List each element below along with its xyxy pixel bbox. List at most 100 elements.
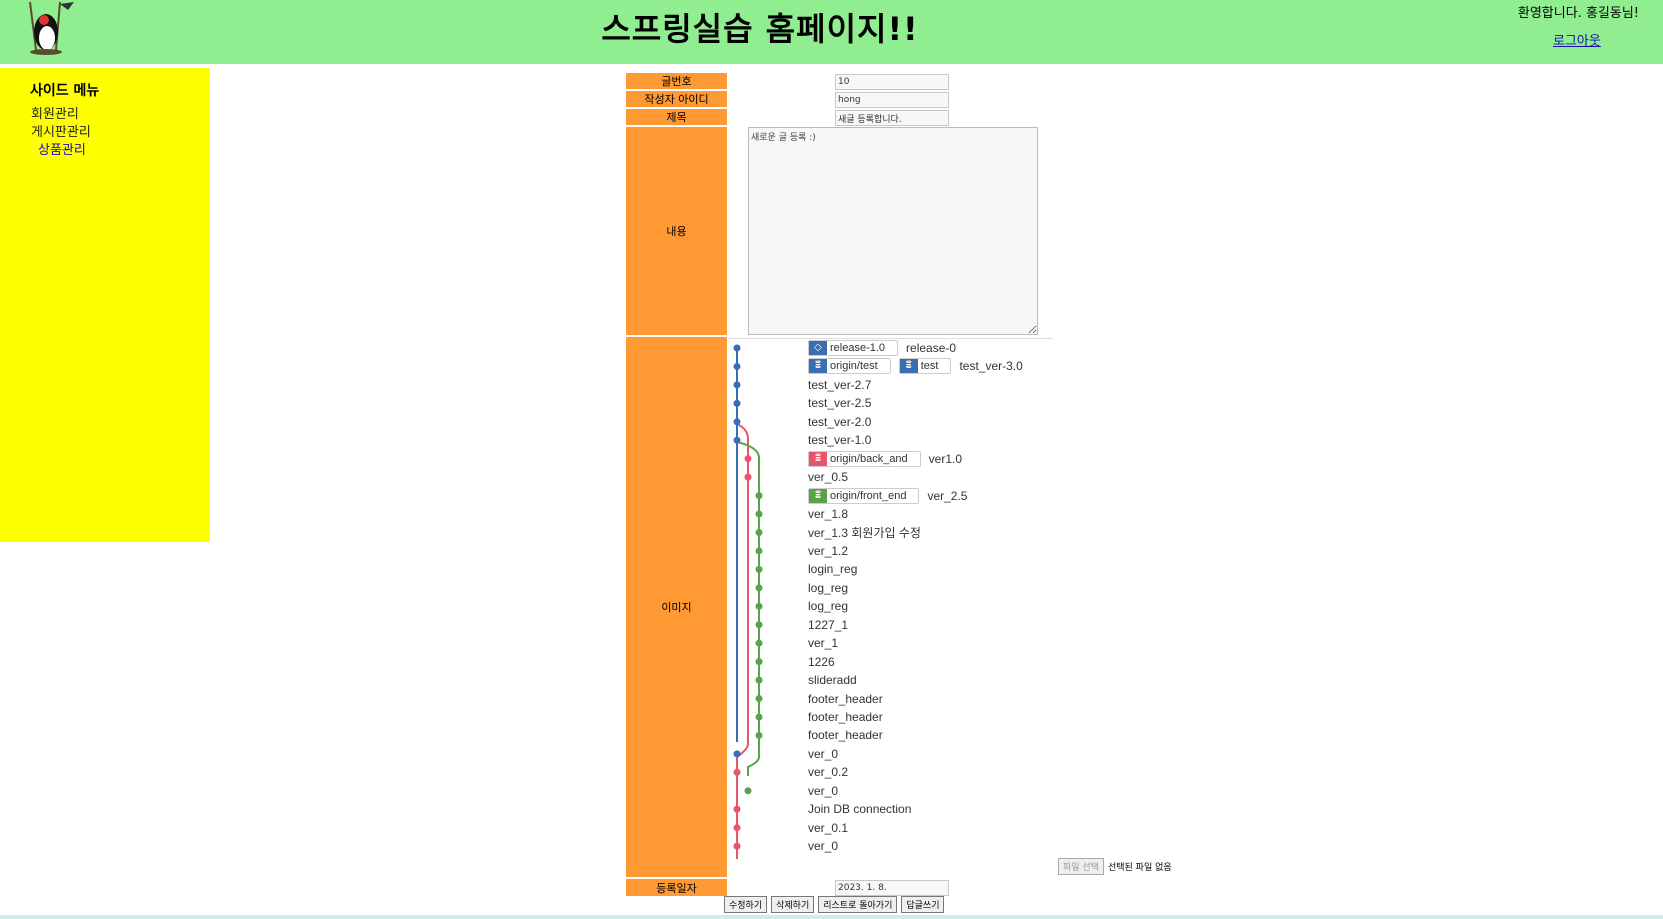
- label-reg-date: 등록일자: [626, 879, 727, 896]
- commit-message: Join DB connection: [808, 802, 912, 817]
- title-input[interactable]: [835, 110, 949, 126]
- ref-label: release-1.0: [830, 342, 886, 354]
- label-title: 제목: [626, 109, 727, 125]
- commit-message: log_reg: [808, 580, 849, 595]
- commit-dot: [733, 399, 741, 407]
- commit-dot: [744, 473, 752, 481]
- commit-message: footer_header: [808, 710, 883, 724]
- commit-message: ver1.0: [928, 451, 963, 466]
- commit-row[interactable]: ver_0: [808, 745, 838, 763]
- commit-dot: [733, 381, 741, 389]
- commit-message: slideradd: [808, 673, 857, 688]
- reply-button[interactable]: 답글쓰기: [901, 896, 945, 913]
- commit-dot: [733, 344, 741, 352]
- branch-ref[interactable]: ⴻ test: [898, 358, 952, 375]
- commit-row[interactable]: ⴻ origin/test ⴻ test test_ver-3.0: [808, 357, 1023, 375]
- ref-label: origin/test: [830, 360, 878, 373]
- branch-icon: ⴻ: [809, 359, 827, 374]
- commit-row[interactable]: footer_header: [808, 690, 883, 708]
- commit-row[interactable]: ◇ release-1.0 release-0: [808, 339, 956, 357]
- commit-dot: [755, 602, 763, 610]
- commit-dot: [733, 768, 741, 776]
- commit-dot: [733, 805, 741, 813]
- commit-dot: [755, 621, 763, 629]
- file-upload: 파일 선택 선택된 파일 없음: [1058, 858, 1172, 875]
- sidebar-item-member[interactable]: 회원관리: [31, 106, 91, 124]
- commit-message: test_ver-1.0: [808, 433, 872, 448]
- commit-row[interactable]: slideradd: [808, 671, 857, 689]
- commit-row[interactable]: test_ver-1.0: [808, 431, 871, 449]
- commit-row[interactable]: test_ver-2.0: [808, 413, 871, 431]
- label-image: 이미지: [626, 337, 727, 877]
- file-select-button[interactable]: 파일 선택: [1058, 858, 1104, 875]
- commit-dot: [733, 418, 741, 426]
- edit-button[interactable]: 수정하기: [724, 896, 768, 913]
- commit-message: footer_header: [808, 728, 883, 743]
- commit-row[interactable]: ⴻ origin/front_end ver_2.5: [808, 487, 967, 505]
- commit-row[interactable]: ver_1.8: [808, 505, 848, 523]
- commit-message: ver_0: [808, 839, 839, 854]
- commit-row[interactable]: 1226: [808, 653, 835, 671]
- writer-id-input[interactable]: [835, 92, 949, 108]
- branch-ref[interactable]: ⴻ origin/test: [808, 358, 891, 375]
- commit-row[interactable]: ver_1.3 회원가입 수정: [808, 524, 921, 542]
- commit-message: ver_0: [808, 746, 839, 761]
- page-title: 스프링실습 홈페이지!!: [601, 10, 919, 48]
- commit-row[interactable]: ⴻ origin/back_and ver1.0: [808, 450, 962, 468]
- label-content: 내용: [626, 127, 727, 335]
- commit-message: ver_1.8: [808, 507, 849, 522]
- commit-message: ver_0: [808, 783, 839, 798]
- commit-message: login_reg: [808, 562, 858, 577]
- sidebar-title: 사이드 메뉴: [30, 83, 100, 99]
- header: 스프링실습 홈페이지!! 환영합니다. 홍길동님! 로그아웃: [0, 0, 1663, 64]
- logout-link[interactable]: 로그아웃: [1553, 30, 1601, 49]
- commit-dot: [744, 455, 752, 463]
- commit-row[interactable]: log_reg: [808, 597, 848, 615]
- commit-row[interactable]: footer_header: [808, 708, 883, 726]
- commit-message: ver_1: [808, 636, 839, 651]
- delete-button[interactable]: 삭제하기: [771, 896, 815, 913]
- tag-ref[interactable]: ◇ release-1.0: [808, 340, 899, 356]
- commit-row[interactable]: test_ver-2.5: [808, 394, 871, 412]
- ref-label: origin/front_end: [830, 489, 907, 502]
- commit-dot: [744, 787, 752, 795]
- sidebar-item-board[interactable]: 게시판관리: [31, 124, 91, 142]
- commit-row[interactable]: ver_0.1: [808, 819, 848, 837]
- article-no-input[interactable]: [835, 74, 949, 90]
- commit-row[interactable]: log_reg: [808, 579, 848, 597]
- sidebar-item-product[interactable]: 상품관리: [31, 142, 91, 160]
- ref-label: origin/back_and: [830, 452, 908, 465]
- reg-date-input[interactable]: [835, 880, 949, 896]
- welcome-text: 환영합니다. 홍길동님!: [1517, 6, 1639, 21]
- commit-dot: [733, 824, 741, 832]
- label-article-no: 글번호: [626, 73, 727, 89]
- commit-dot: [733, 842, 741, 850]
- branch-ref[interactable]: ⴻ origin/back_and: [808, 450, 921, 467]
- commit-row[interactable]: ver_0.5: [808, 468, 848, 486]
- commit-message: ver_1.3 회원가입 수정: [808, 526, 921, 540]
- commit-message: test_ver-2.0: [808, 414, 872, 429]
- commit-row[interactable]: ver_0: [808, 782, 838, 800]
- commit-row[interactable]: ver_1.2: [808, 542, 848, 560]
- commit-row[interactable]: footer_header: [808, 726, 883, 744]
- back-to-list-button[interactable]: 리스트로 돌아가기: [818, 896, 898, 913]
- commit-dot: [755, 584, 763, 592]
- commit-row[interactable]: 1227_1: [808, 616, 848, 634]
- ref-label: test: [920, 360, 939, 373]
- commit-row[interactable]: test_ver-2.7: [808, 376, 871, 394]
- content-textarea[interactable]: 새로운 글 등록 :): [748, 127, 1038, 335]
- commit-dot: [755, 547, 763, 555]
- commit-dot: [755, 639, 763, 647]
- commit-row[interactable]: ver_1: [808, 634, 838, 652]
- commit-row[interactable]: Join DB connection: [808, 800, 911, 818]
- commit-message: test_ver-3.0: [959, 359, 1023, 374]
- tag-icon: ◇: [809, 341, 827, 355]
- commit-row[interactable]: ver_0: [808, 837, 838, 855]
- commit-dot: [755, 529, 763, 536]
- commit-message: ver_1.2: [808, 543, 849, 558]
- commit-row[interactable]: login_reg: [808, 560, 857, 578]
- commit-message: release-0: [906, 341, 957, 355]
- branch-ref[interactable]: ⴻ origin/front_end: [808, 487, 920, 504]
- git-graph-lines: [733, 344, 763, 859]
- commit-row[interactable]: ver_0.2: [808, 763, 848, 781]
